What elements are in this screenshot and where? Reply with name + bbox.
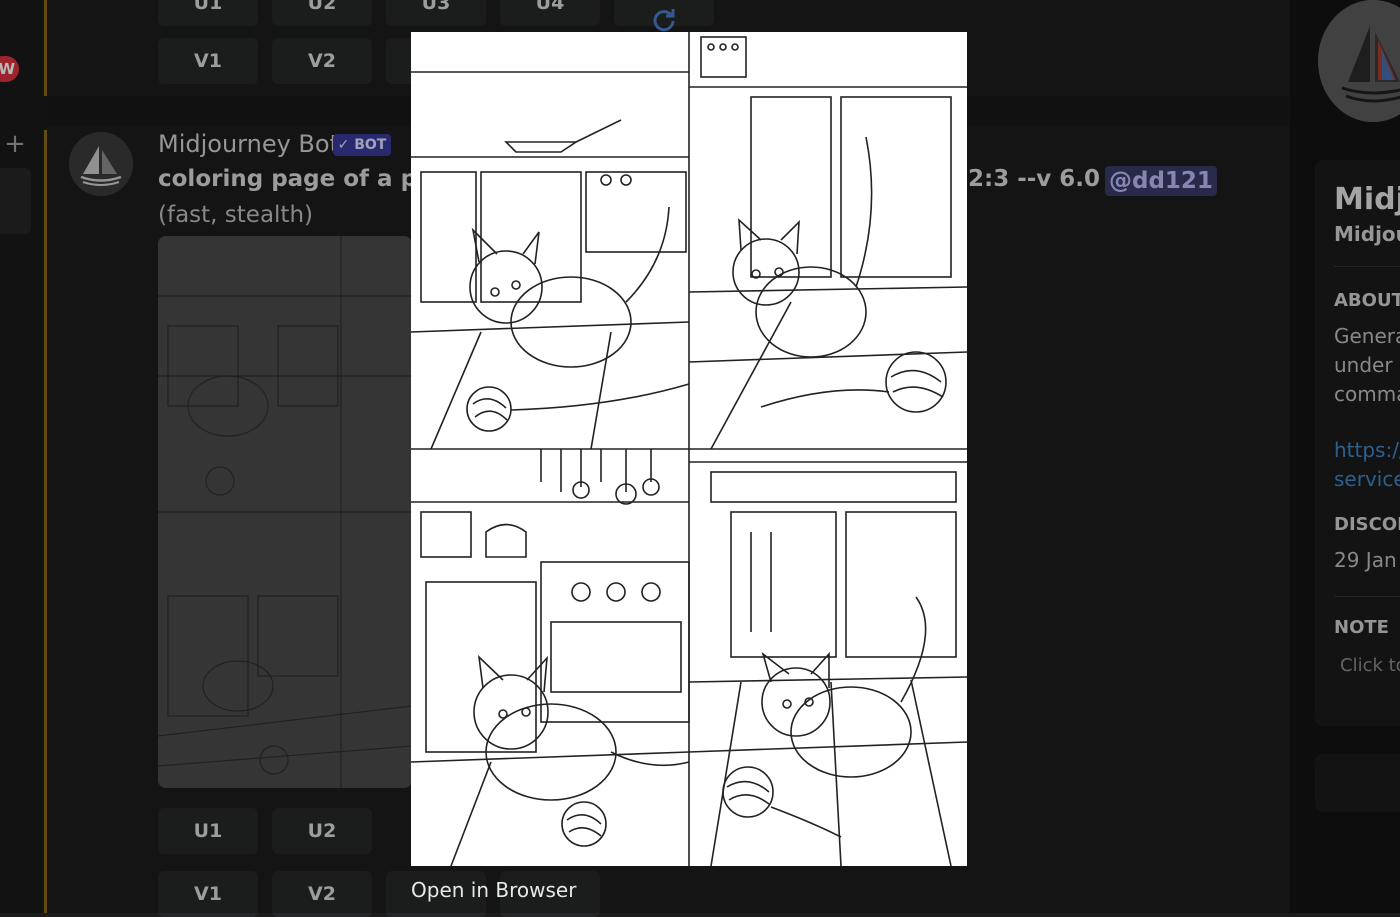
open-in-browser-link[interactable]: Open in Browser <box>411 878 576 902</box>
expanded-image[interactable] <box>411 32 967 866</box>
kitten-coloring-grid <box>411 32 967 866</box>
